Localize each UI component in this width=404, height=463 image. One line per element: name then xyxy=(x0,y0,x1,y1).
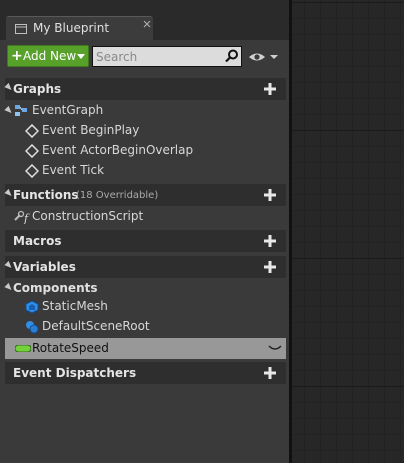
add-function-icon[interactable] xyxy=(261,186,279,204)
section-functions[interactable]: Functions (18 Overridable) xyxy=(4,184,286,206)
section-macros[interactable]: Macros xyxy=(5,230,286,252)
event-diamond-icon xyxy=(25,164,39,178)
add-variable-icon[interactable] xyxy=(261,258,279,276)
chevron-down-icon xyxy=(77,54,85,59)
view-options-eye-icon[interactable] xyxy=(248,50,280,64)
section-variables[interactable]: Variables xyxy=(4,256,286,278)
function-label: ConstructionScript xyxy=(32,209,144,223)
graph-canvas[interactable] xyxy=(292,0,404,463)
variable-label: RotateSpeed xyxy=(32,341,109,355)
event-label: Event ActorBeginOverlap xyxy=(42,143,194,157)
function-icon: f xyxy=(14,210,30,224)
event-label: Event Tick xyxy=(42,163,105,177)
scene-root-icon xyxy=(26,321,39,334)
list-item-event[interactable]: Event ActorBeginOverlap xyxy=(5,141,286,161)
plus-icon: + xyxy=(11,48,23,64)
overridable-count: (18 Overridable) xyxy=(76,190,159,201)
list-item-component[interactable]: StaticMesh xyxy=(5,297,286,317)
list-item-event[interactable]: Event BeginPlay xyxy=(5,121,286,141)
search-input[interactable] xyxy=(96,48,218,65)
section-event-dispatchers[interactable]: Event Dispatchers xyxy=(5,362,286,384)
static-mesh-icon xyxy=(25,300,39,314)
search-icon[interactable] xyxy=(225,49,239,63)
toolbar: + Add New xyxy=(0,40,289,74)
add-new-button[interactable]: + Add New xyxy=(7,45,89,67)
event-graph-icon xyxy=(15,105,27,116)
add-new-label: Add New xyxy=(23,49,77,63)
components-category[interactable]: Components xyxy=(4,279,286,297)
variable-type-pill-icon xyxy=(15,345,31,352)
section-title: Graphs xyxy=(13,82,62,96)
blueprint-icon xyxy=(15,24,27,34)
collapse-arrow-icon[interactable] xyxy=(4,105,14,116)
my-blueprint-panel: + Add New Graphs xyxy=(0,40,289,463)
list-item-function[interactable]: f ConstructionScript xyxy=(5,207,286,227)
tab-bar: My Blueprint xyxy=(0,0,289,40)
search-box[interactable] xyxy=(92,46,242,67)
add-event-dispatcher-icon[interactable] xyxy=(261,364,279,382)
section-title: Event Dispatchers xyxy=(13,366,137,380)
tree-item-event-graph[interactable]: EventGraph xyxy=(4,101,286,121)
tab-label: My Blueprint xyxy=(33,21,110,35)
section-title: Functions xyxy=(13,188,79,202)
event-label: Event BeginPlay xyxy=(42,123,140,137)
component-label: DefaultSceneRoot xyxy=(42,319,150,333)
chevron-down-icon[interactable] xyxy=(268,344,282,352)
components-title: Components xyxy=(13,281,98,295)
add-graph-icon[interactable] xyxy=(261,80,279,98)
variable-row-selected[interactable]: RotateSpeed xyxy=(5,338,286,359)
section-graphs[interactable]: Graphs xyxy=(4,78,286,100)
add-macro-icon[interactable] xyxy=(261,232,279,250)
tab-my-blueprint[interactable]: My Blueprint xyxy=(6,16,153,40)
component-label: StaticMesh xyxy=(42,299,108,313)
svg-text:f: f xyxy=(23,212,30,224)
close-icon[interactable] xyxy=(142,19,152,29)
list-item-component[interactable]: DefaultSceneRoot xyxy=(5,317,286,337)
event-diamond-icon xyxy=(25,124,39,138)
event-diamond-icon xyxy=(25,144,39,158)
section-title: Macros xyxy=(13,234,62,248)
list-item-event[interactable]: Event Tick xyxy=(5,161,286,181)
event-graph-label: EventGraph xyxy=(32,103,104,117)
section-title: Variables xyxy=(13,260,76,274)
